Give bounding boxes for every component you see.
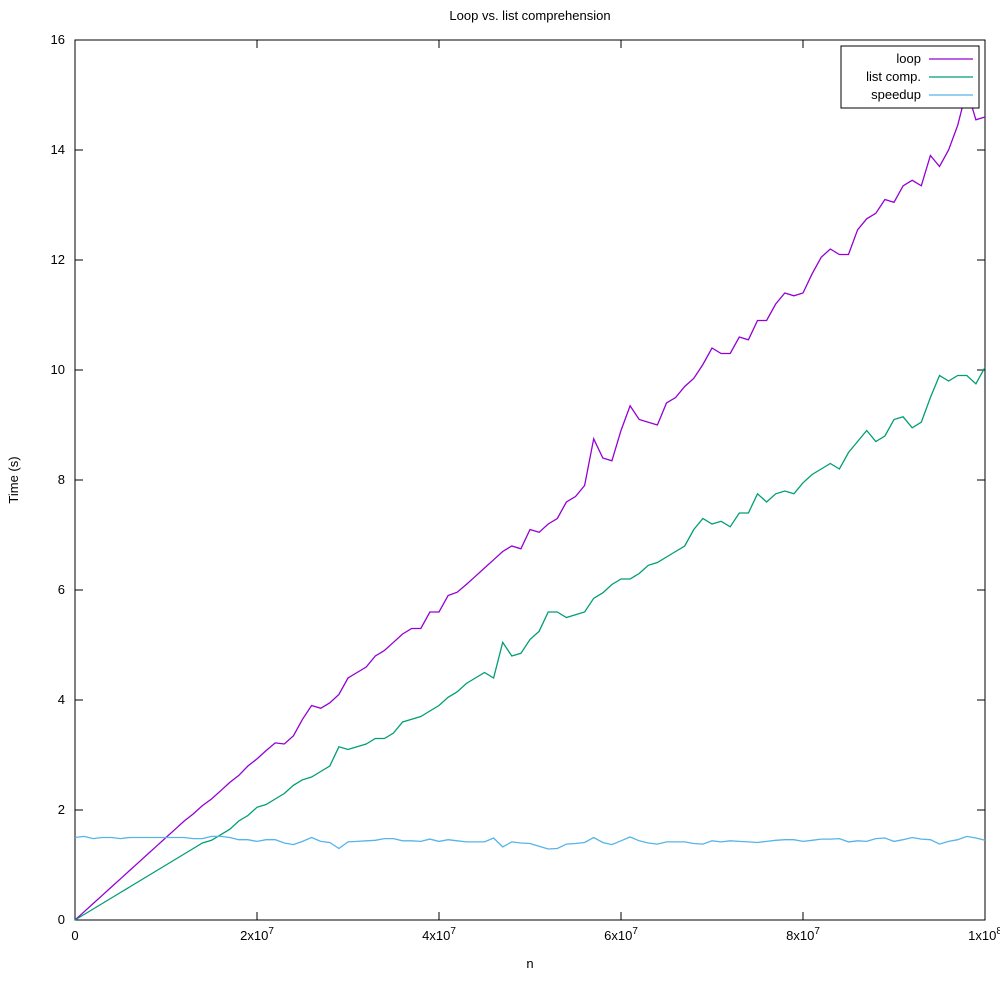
y-tick-label: 12 — [51, 252, 65, 267]
y-tick-label: 6 — [58, 582, 65, 597]
y-tick-label: 2 — [58, 802, 65, 817]
x-tick-label: 2x107 — [240, 926, 274, 943]
y-axis-label: Time (s) — [6, 456, 21, 503]
y-tick-label: 14 — [51, 142, 65, 157]
legend-label: speedup — [871, 87, 921, 102]
series-line-0 — [75, 90, 985, 921]
x-tick-label: 6x107 — [604, 926, 638, 943]
series-line-1 — [75, 367, 985, 920]
chart-title: Loop vs. list comprehension — [449, 8, 610, 23]
y-tick-label: 10 — [51, 362, 65, 377]
y-tick-label: 16 — [51, 32, 65, 47]
x-tick-label: 8x107 — [786, 926, 820, 943]
y-tick-label: 4 — [58, 692, 65, 707]
x-tick-label: 0 — [71, 928, 78, 943]
x-tick-label: 4x107 — [422, 926, 456, 943]
y-tick-label: 8 — [58, 472, 65, 487]
x-tick-label: 1x108 — [968, 926, 1000, 943]
legend-label: loop — [896, 51, 921, 66]
x-axis-label: n — [526, 956, 533, 971]
legend-label: list comp. — [866, 69, 921, 84]
y-tick-label: 0 — [58, 912, 65, 927]
plot-border — [75, 40, 985, 920]
series-line-2 — [75, 836, 985, 849]
line-chart: Loop vs. list comprehension 0 2 4 6 8 10 12 14 16… — [0, 0, 1000, 1000]
